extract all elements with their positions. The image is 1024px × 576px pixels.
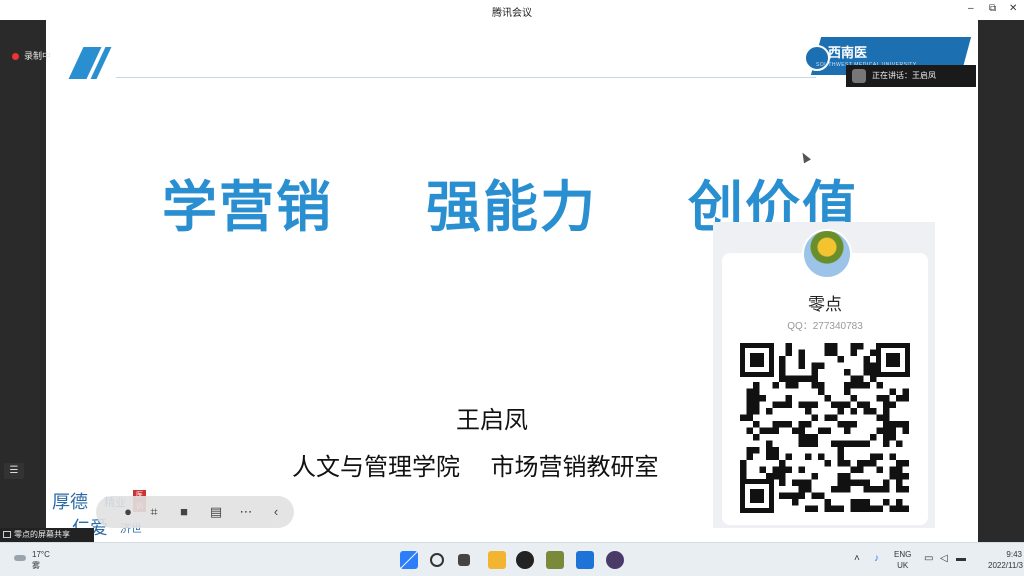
app-icon[interactable]: [546, 551, 564, 569]
list-toggle-button[interactable]: ☰: [4, 463, 24, 479]
start-icon[interactable]: [400, 551, 418, 569]
weather-temp: 17°C: [32, 550, 50, 559]
department-name: 人文与管理学院 市场营销教研室: [292, 453, 659, 481]
cloud-icon: [14, 555, 26, 561]
search-icon[interactable]: [430, 553, 444, 567]
weather-desc: 雾: [32, 561, 40, 570]
battery-icon[interactable]: ▬: [956, 553, 966, 564]
microphone-icon[interactable]: ♪: [874, 553, 879, 564]
recording-label: 录制中: [24, 51, 52, 61]
minimize-button[interactable]: –: [968, 3, 974, 14]
window-title: 腾讯会议: [492, 8, 532, 19]
language-region: UK: [897, 561, 909, 570]
speaking-indicator: 正在讲话：王启凤: [846, 65, 976, 87]
window-titlebar: 腾讯会议 – ⧉ ✕: [0, 0, 1024, 20]
floating-toolbar: ● ⌗ ■ ▤ ⋯ ‹: [96, 496, 294, 528]
contact-name: 零点: [808, 295, 842, 315]
app-icon-2[interactable]: [606, 551, 624, 569]
clock-date: 2022/11/3: [988, 561, 1023, 570]
weather-widget[interactable]: 17°C 雾: [14, 549, 50, 571]
taskbar: 17°C 雾 ˄ ♪ ENG UK ▭ ◁ ▬ 9:43 2022/11/3: [0, 542, 1024, 576]
screen-share-label: 零点的屏幕共享: [0, 528, 94, 542]
collapse-icon[interactable]: ‹: [266, 502, 286, 522]
speaking-label: 正在讲话：王启凤: [872, 71, 936, 80]
speaker-avatar: [852, 69, 866, 83]
screenshot-icon[interactable]: ⌗: [144, 502, 164, 522]
language-indicator[interactable]: ENG UK: [894, 549, 911, 571]
system-clock[interactable]: 9:43 2022/11/3: [988, 549, 1023, 571]
language-code: ENG: [894, 550, 912, 559]
contact-qq: QQ：277340783: [787, 321, 863, 332]
contact-avatar: [802, 229, 852, 279]
restore-button[interactable]: ⧉: [989, 3, 996, 14]
recording-indicator[interactable]: 录制中: [12, 49, 51, 62]
tencent-meeting-icon[interactable]: [576, 551, 594, 569]
video-icon[interactable]: ●: [118, 502, 138, 522]
volume-icon[interactable]: ◁: [940, 553, 948, 564]
author-name: 王启凤: [456, 406, 528, 434]
slogan-1: 学营销: [162, 175, 334, 239]
file-explorer-icon[interactable]: [488, 551, 506, 569]
chat-icon[interactable]: ▤: [206, 502, 226, 522]
more-icon[interactable]: ⋯: [236, 502, 256, 522]
dell-icon[interactable]: [516, 551, 534, 569]
close-button[interactable]: ✕: [1009, 3, 1017, 14]
university-name: 西南医: [828, 45, 868, 60]
record-dot-icon: [12, 53, 19, 61]
network-icon[interactable]: ▭: [924, 553, 933, 564]
screen-share-text: 零点的屏幕共享: [14, 530, 70, 539]
qr-code: [740, 343, 910, 513]
slide-header-line: [116, 77, 816, 78]
clock-time: 9:43: [1006, 550, 1022, 559]
task-view-icon[interactable]: [458, 554, 470, 566]
slogan-2: 强能力: [426, 175, 598, 239]
screen-share-icon: [3, 531, 11, 538]
camera-icon[interactable]: ■: [174, 502, 194, 522]
motto-line1: 厚德: [52, 492, 88, 512]
tray-chevron-icon[interactable]: ˄: [854, 553, 860, 564]
